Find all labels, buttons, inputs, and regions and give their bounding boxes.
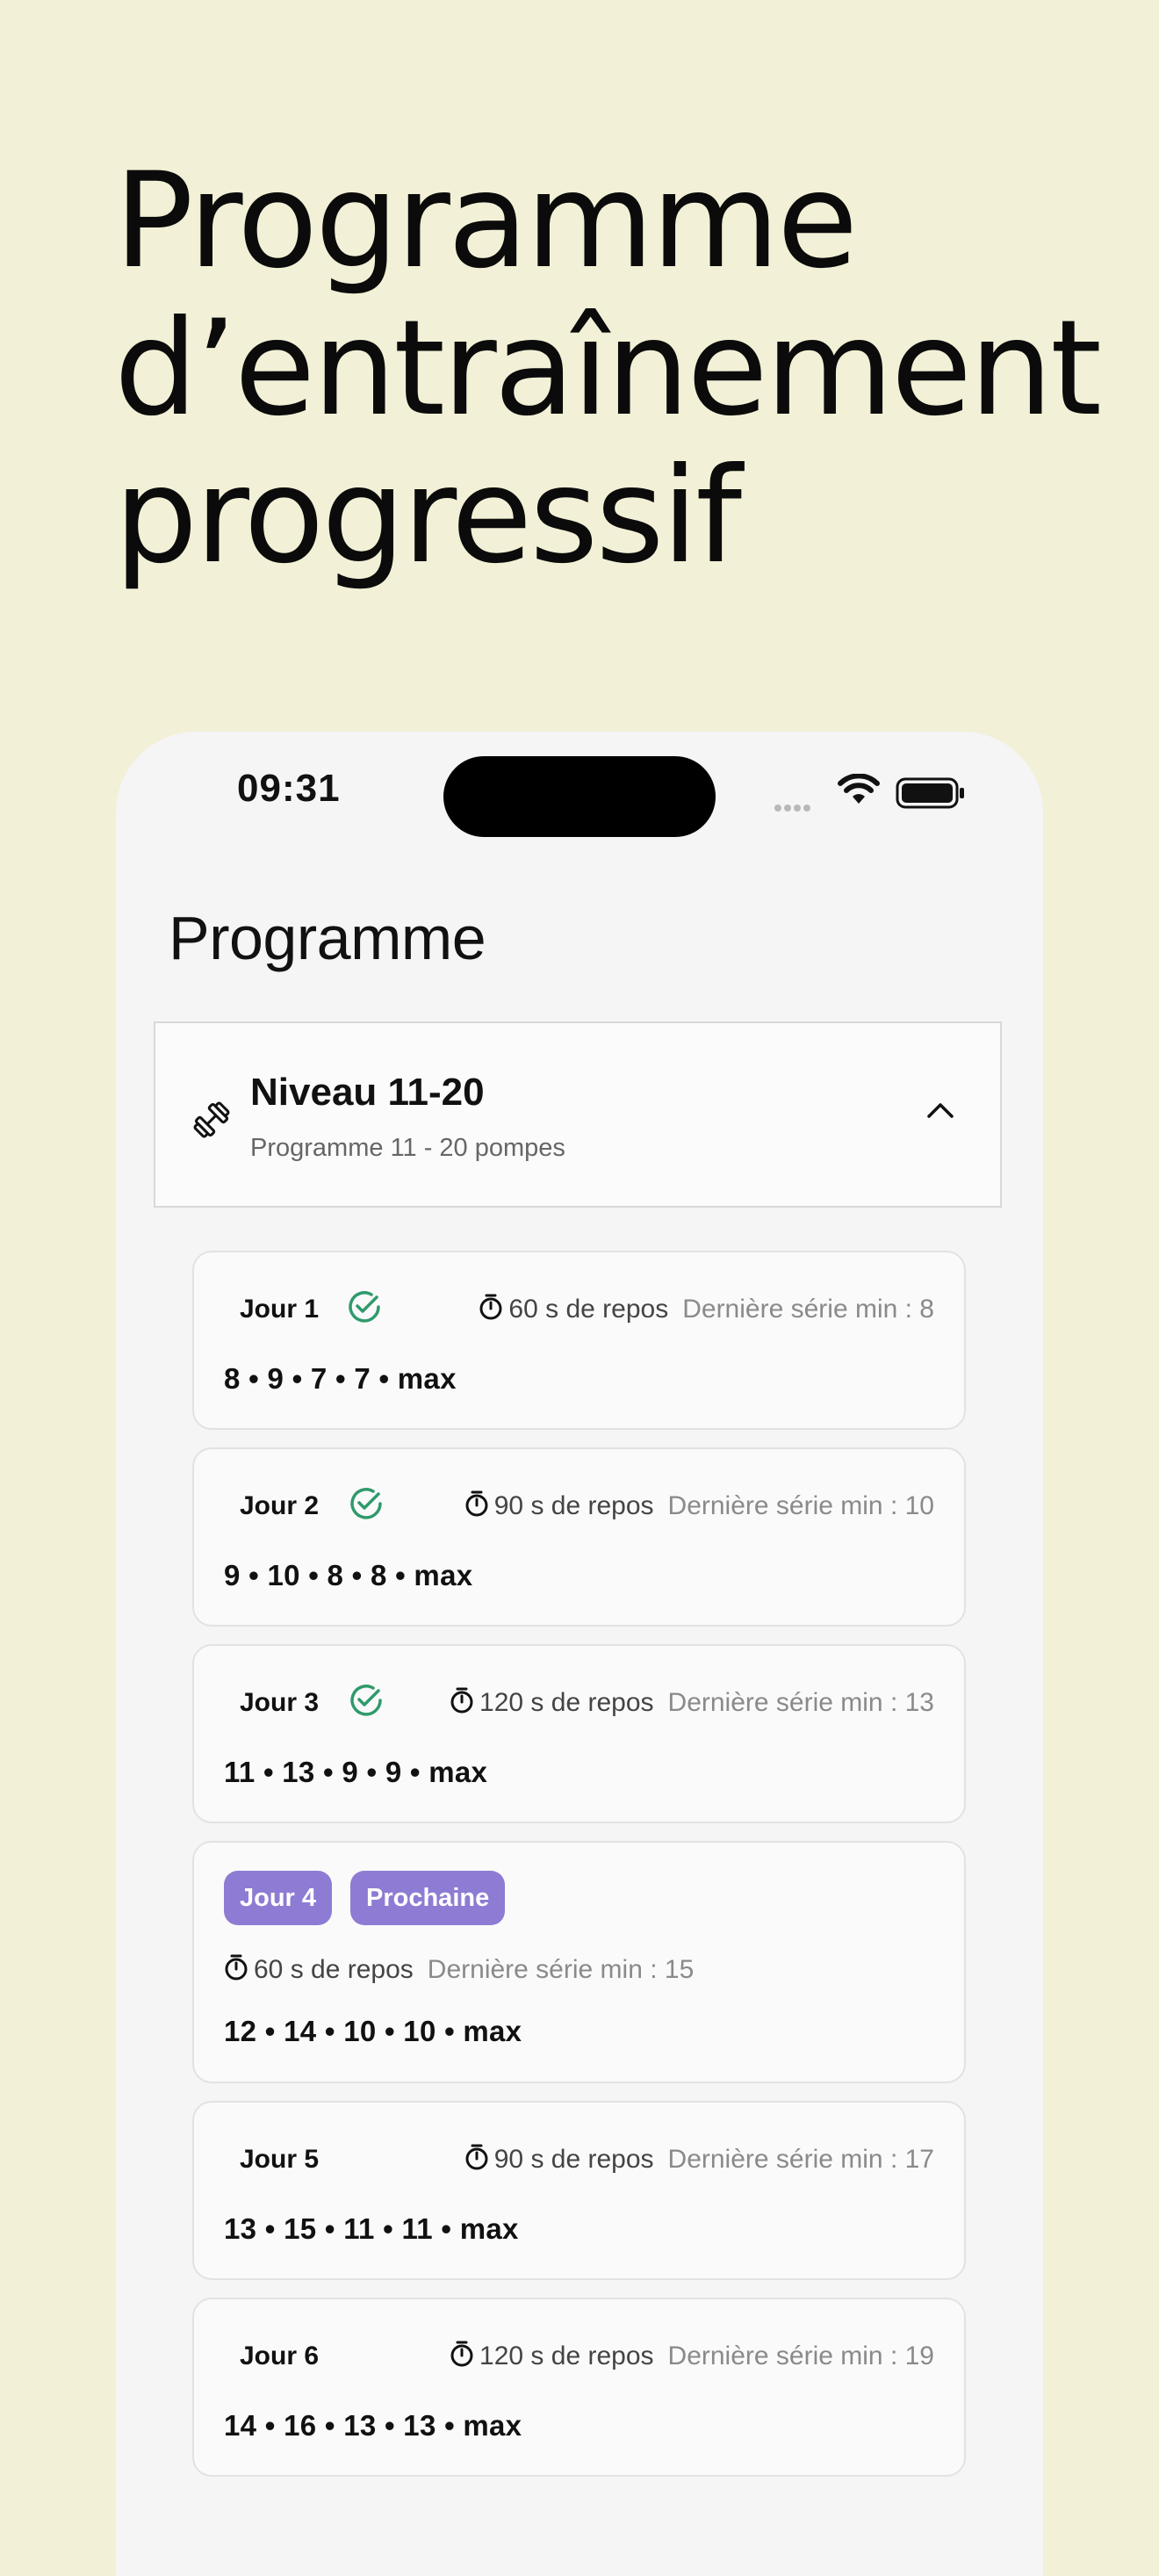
day-label: Jour 5 (240, 2145, 320, 2174)
level-card[interactable]: Niveau 11-20 Programme 11 - 20 pompes (154, 1021, 1002, 1208)
rest-info: 120 s de repos Dernière série min : 19 (450, 2340, 934, 2371)
sets-text: 13 • 15 • 11 • 11 • max (224, 2212, 519, 2245)
rest-info: 60 s de repos Dernière série min : 8 (479, 1293, 934, 1324)
timer-icon (465, 1490, 488, 1517)
headline-line-1: Programme (114, 145, 858, 298)
day-label: Jour 3 (240, 1688, 320, 1717)
timer-icon (225, 1954, 248, 1981)
chevron-up-icon[interactable] (926, 1100, 954, 1120)
dynamic-island (443, 756, 716, 837)
sets-text: 9 • 10 • 8 • 8 • max (224, 1559, 473, 1591)
rest-text: 60 s de repos (508, 1295, 669, 1324)
day-card[interactable]: Jour 3 120 s de repos Dernière série min … (192, 1644, 966, 1823)
day-label: Jour 2 (240, 1491, 320, 1520)
rest-info: 120 s de repos Dernière série min : 13 (450, 1686, 934, 1718)
wifi-icon (838, 774, 880, 804)
level-name: Niveau 11-20 (250, 1071, 485, 1114)
rest-text: 120 s de repos (479, 1688, 654, 1717)
last-set-text: Dernière série min : 19 (667, 2341, 934, 2370)
next-badge: Prochaine (350, 1871, 506, 1925)
day-label-badge: Jour 4 (224, 1871, 333, 1925)
timer-icon (450, 2341, 473, 2367)
last-set-text: Dernière série min : 15 (427, 1955, 695, 1984)
day-card[interactable]: Jour 6 120 s de repos Dernière série min … (192, 2298, 966, 2477)
battery-icon (896, 777, 964, 809)
dumbbell-icon (193, 1101, 230, 1138)
timer-icon (479, 1294, 502, 1320)
day-card-next[interactable]: Jour 4 Prochaine 60 s de repos Dernière s… (192, 1841, 966, 2083)
screen-title: Programme (169, 904, 486, 972)
cellular-signal-icon (774, 800, 813, 816)
headline-line-3: progressif (114, 440, 742, 593)
last-set-text: Dernière série min : 8 (682, 1295, 934, 1324)
sets-text: 12 • 14 • 10 • 10 • max (224, 2015, 522, 2047)
rest-info: 60 s de repos Dernière série min : 15 (224, 1953, 694, 1985)
day-card[interactable]: Jour 5 90 s de repos Dernière série min :… (192, 2101, 966, 2280)
rest-text: 60 s de repos (254, 1955, 414, 1984)
headline-line-2: d’entraînement (114, 292, 1102, 445)
rest-text: 120 s de repos (479, 2341, 654, 2370)
last-set-text: Dernière série min : 13 (667, 1688, 934, 1717)
sets-text: 11 • 13 • 9 • 9 • max (224, 1756, 488, 1788)
last-set-text: Dernière série min : 10 (667, 1491, 934, 1520)
last-set-text: Dernière série min : 17 (667, 2145, 934, 2174)
check-circle-icon (349, 1291, 380, 1323)
status-time: 09:31 (237, 767, 341, 810)
rest-text: 90 s de repos (493, 1491, 654, 1520)
check-circle-icon (350, 1685, 382, 1716)
sets-text: 8 • 9 • 7 • 7 • max (224, 1362, 457, 1395)
timer-icon (450, 1687, 473, 1714)
rest-text: 90 s de repos (493, 2145, 654, 2174)
sets-text: 14 • 16 • 13 • 13 • max (224, 2409, 522, 2442)
check-circle-icon (350, 1488, 382, 1519)
level-subtitle: Programme 11 - 20 pompes (250, 1134, 565, 1162)
timer-icon (465, 2144, 488, 2170)
rest-info: 90 s de repos Dernière série min : 17 (464, 2143, 934, 2175)
phone-screen: 09:31 Programme Niveau 11-20 Programme 1… (116, 732, 1043, 2576)
rest-info: 90 s de repos Dernière série min : 10 (464, 1490, 934, 1521)
headline: Programme d’entraînement progressif (114, 145, 1102, 593)
day-card[interactable]: Jour 2 90 s de repos Dernière série min :… (192, 1447, 966, 1627)
day-label: Jour 1 (240, 1295, 320, 1324)
day-card[interactable]: Jour 1 60 s de repos Dernière série min :… (192, 1251, 966, 1430)
day-label: Jour 6 (240, 2341, 320, 2370)
